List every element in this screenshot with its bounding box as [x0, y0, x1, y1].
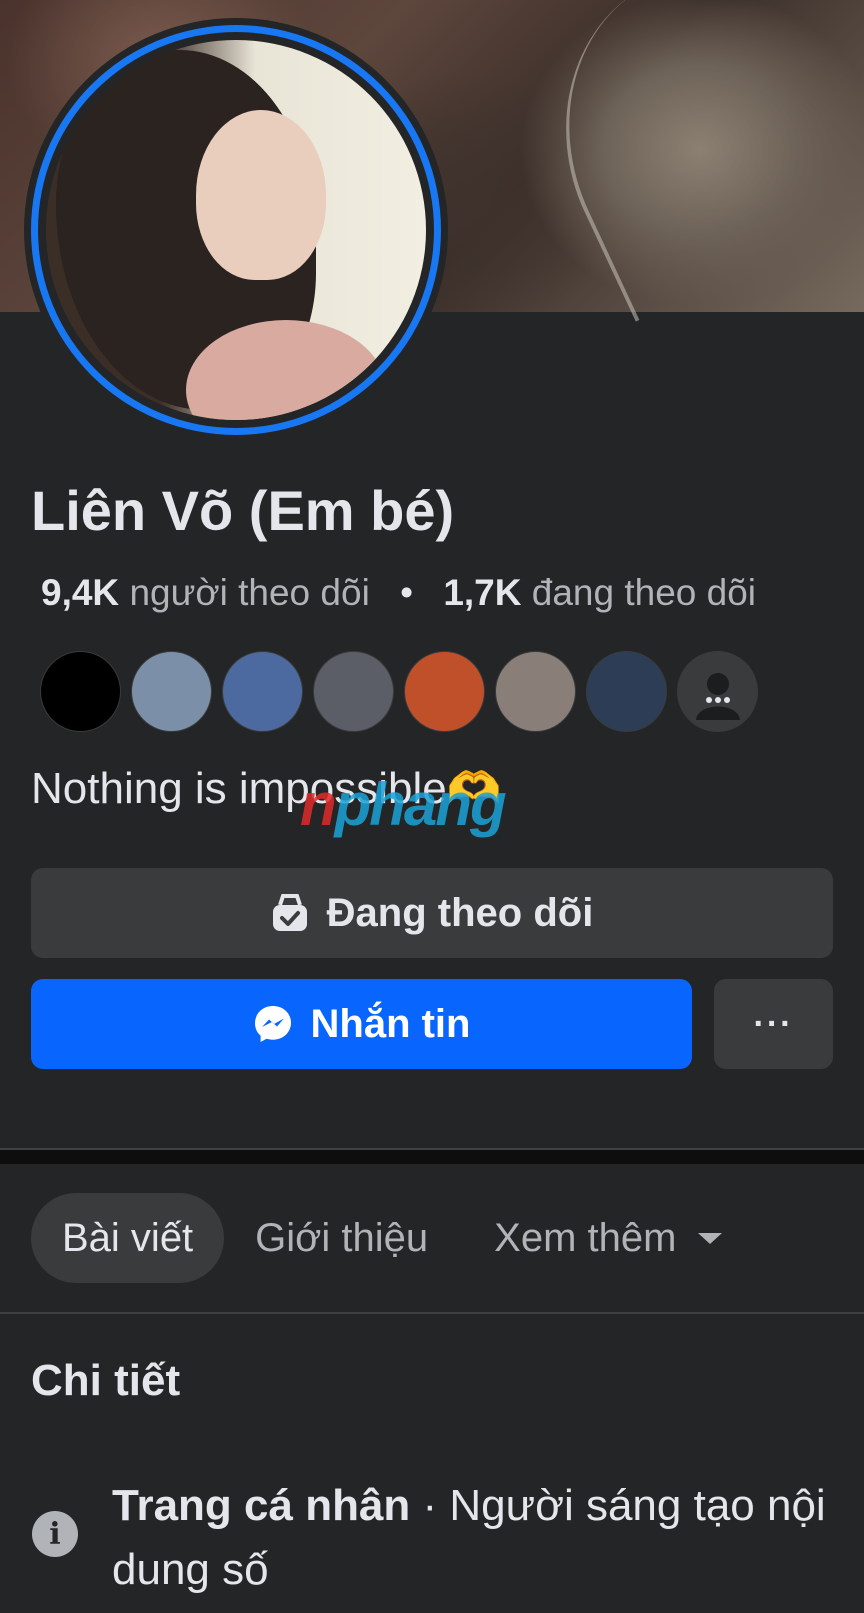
profile-name: Liên Võ (Em bé) — [31, 479, 455, 542]
friend-avatars — [40, 651, 758, 732]
stats-separator: • — [400, 572, 414, 613]
messenger-icon — [253, 1004, 293, 1044]
watermark-logo: nphang — [300, 770, 507, 839]
follow-stats: 9,4K người theo dõi • 1,7K đang theo dõi — [41, 572, 756, 614]
tab-see-more-label: Xem thêm — [494, 1216, 677, 1260]
profile-type-detail: Trang cá nhân · Người sáng tạo nội dung … — [112, 1474, 832, 1602]
profile-tabs: Bài viết Giới thiệu Xem thêm — [31, 1193, 753, 1283]
caret-down-icon — [698, 1232, 723, 1244]
more-friends-avatar[interactable] — [677, 651, 758, 732]
followers-label[interactable]: người theo dõi — [129, 572, 369, 613]
details-title: Chi tiết — [31, 1356, 181, 1405]
friend-avatar[interactable] — [586, 651, 667, 732]
following-button[interactable]: Đang theo dõi — [31, 868, 833, 958]
tab-about[interactable]: Giới thiệu — [224, 1193, 459, 1283]
more-options-icon: ··· — [753, 1004, 794, 1043]
profile-type-label: Trang cá nhân — [112, 1481, 411, 1530]
friend-avatar[interactable] — [404, 651, 485, 732]
tab-posts[interactable]: Bài viết — [31, 1193, 225, 1283]
profile-avatar[interactable] — [24, 18, 448, 442]
info-icon: i — [32, 1511, 78, 1557]
avatar-face — [196, 110, 326, 280]
story-ring — [31, 25, 441, 435]
message-label: Nhắn tin — [310, 1001, 471, 1046]
person-icon — [695, 672, 740, 720]
tabs-divider — [0, 1312, 864, 1314]
more-options-button[interactable]: ··· — [714, 979, 833, 1069]
followers-count[interactable]: 9,4K — [41, 572, 119, 613]
following-check-icon — [271, 893, 309, 933]
watermark-part2: phang — [334, 771, 507, 838]
avatar-photo — [46, 40, 426, 420]
friend-avatar[interactable] — [222, 651, 303, 732]
tab-see-more[interactable]: Xem thêm — [463, 1193, 753, 1283]
friend-avatar[interactable] — [131, 651, 212, 732]
section-gap — [0, 1150, 864, 1164]
following-count[interactable]: 1,7K — [443, 572, 521, 613]
message-button[interactable]: Nhắn tin — [31, 979, 692, 1069]
friend-avatar[interactable] — [313, 651, 394, 732]
profile-type-separator: · — [410, 1481, 450, 1530]
following-label[interactable]: đang theo dõi — [532, 572, 756, 613]
info-icon-glyph: i — [49, 1516, 61, 1552]
friend-avatar[interactable] — [495, 651, 576, 732]
following-label: Đang theo dõi — [326, 890, 594, 935]
avatar-border — [38, 32, 434, 428]
friend-avatar[interactable] — [40, 651, 121, 732]
watermark-part1: n — [300, 771, 337, 838]
